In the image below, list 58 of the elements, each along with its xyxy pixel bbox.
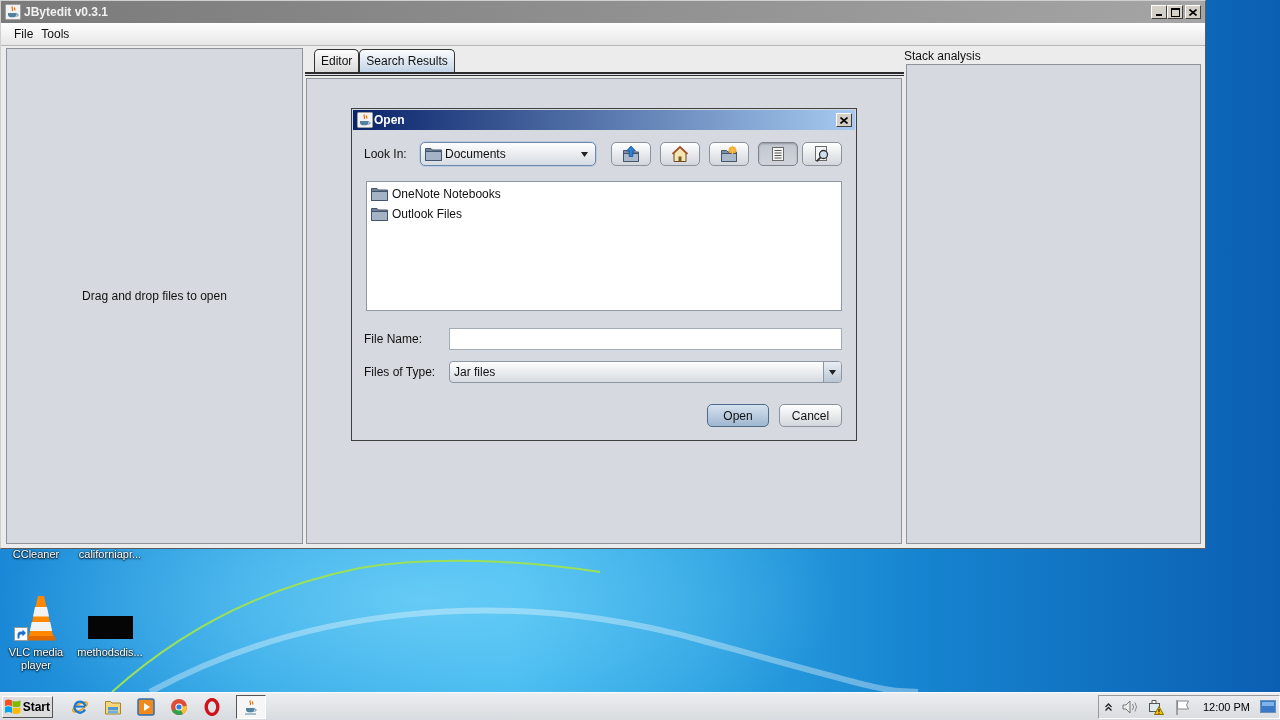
folder-up-arrow-icon <box>622 145 640 163</box>
details-view-button[interactable] <box>802 142 842 166</box>
home-icon <box>671 145 689 163</box>
tab[interactable]: Search Results <box>359 49 455 72</box>
file-list-item[interactable]: Outlook Files <box>371 204 837 224</box>
list-icon <box>769 145 787 163</box>
list-view-button[interactable] <box>758 142 798 166</box>
tab[interactable]: Editor <box>314 49 360 72</box>
windows-logo-icon <box>5 699 21 714</box>
look-in-label: Look In: <box>364 147 408 161</box>
thumbnail-placeholder[interactable] <box>87 616 133 639</box>
up-folder-button[interactable] <box>611 142 651 166</box>
folder-icon <box>371 187 388 201</box>
close-icon <box>1189 8 1197 16</box>
play-icon[interactable] <box>137 697 155 716</box>
home-button[interactable] <box>660 142 700 166</box>
panel-title: Stack analysis <box>904 48 982 64</box>
speaker-icon[interactable] <box>1121 698 1138 715</box>
maximize-icon <box>1170 7 1180 17</box>
look-in-dropdown[interactable]: Documents <box>420 142 596 166</box>
minimize-icon <box>1156 14 1162 16</box>
dialog-button[interactable]: Open <box>707 404 769 427</box>
close-icon <box>840 116 848 124</box>
page-magnifier-icon <box>813 145 831 163</box>
e-globe-icon[interactable] <box>71 697 89 716</box>
chevron-up-icon[interactable] <box>1104 702 1112 711</box>
desktop-icon-label[interactable]: VLC media player <box>1 646 71 672</box>
flag-icon[interactable] <box>1173 698 1190 715</box>
new-folder-icon <box>720 145 738 163</box>
caret-icon <box>829 369 836 375</box>
folder-icon <box>371 207 388 221</box>
ring-icon[interactable] <box>203 697 221 716</box>
traffic-cone-icon[interactable] <box>26 595 56 641</box>
file-name-label: File Name: <box>364 332 423 346</box>
taskbar-button[interactable] <box>236 694 266 719</box>
coffee-cup-icon <box>357 112 373 128</box>
file-type-label: Files of Type: <box>364 365 437 379</box>
new-folder-button[interactable] <box>709 142 749 166</box>
folder-icon <box>425 147 442 161</box>
segmented-ball-icon[interactable] <box>170 697 188 716</box>
coffee-cup-icon <box>5 4 21 20</box>
close-button[interactable] <box>1185 5 1201 19</box>
close-button[interactable] <box>836 113 852 127</box>
menu-item[interactable]: Tools <box>37 27 74 41</box>
file-list-item[interactable]: OneNote Notebooks <box>371 184 837 204</box>
maximize-button[interactable] <box>1167 5 1183 19</box>
clock: 12:00 PM <box>1202 700 1250 713</box>
dialog-button[interactable]: Cancel <box>779 404 842 427</box>
file-type-dropdown[interactable]: Jar files <box>449 361 842 383</box>
minimize-button[interactable] <box>1151 5 1167 19</box>
menu-item[interactable]: File <box>10 27 38 41</box>
network-warning-icon[interactable] <box>1147 698 1164 715</box>
start-button[interactable]: Start <box>2 695 53 718</box>
window-title: JBytedit v0.3.1 <box>24 5 109 19</box>
file-name-input[interactable] <box>449 328 842 350</box>
drop-hint: Drag and drop files to open <box>82 289 227 303</box>
dialog-title: Open <box>374 113 405 127</box>
caret-icon <box>581 151 588 157</box>
